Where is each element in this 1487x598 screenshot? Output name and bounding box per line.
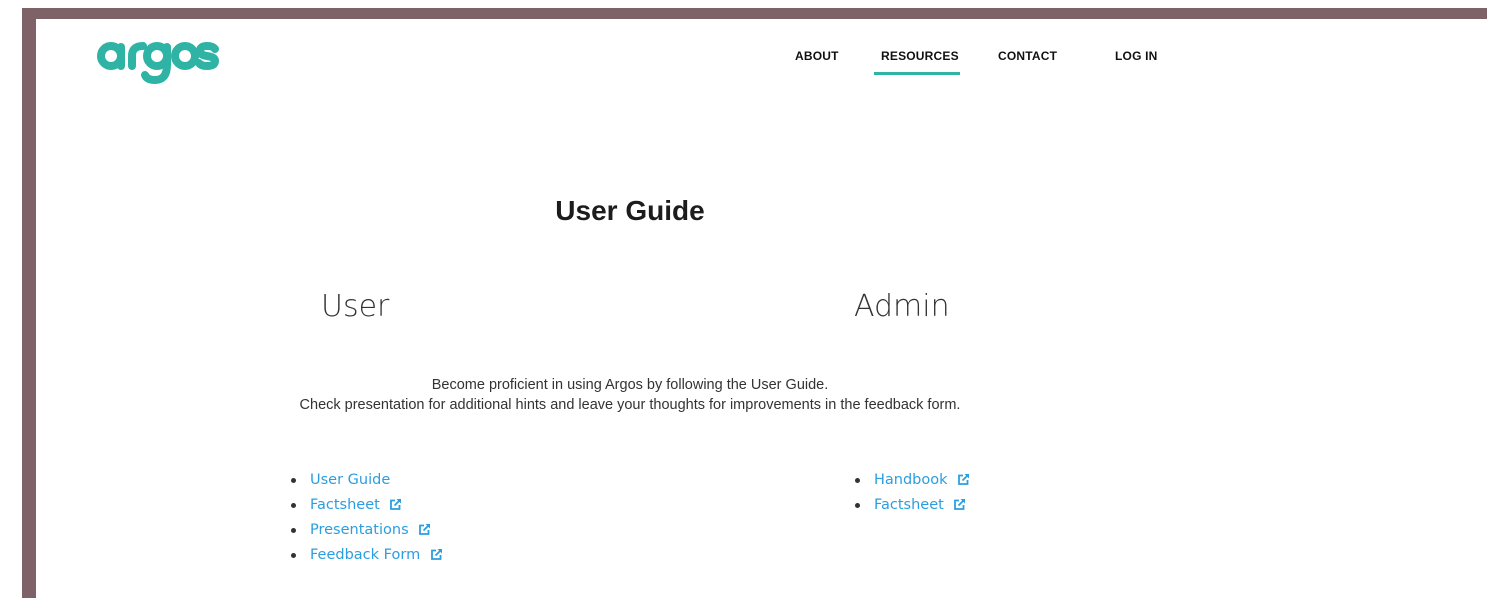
list-item: Handbook	[855, 468, 970, 493]
external-link-icon[interactable]	[953, 498, 966, 511]
external-link-icon[interactable]	[957, 473, 970, 486]
bullet	[855, 503, 860, 508]
intro-line-1: Become proficient in using Argos by foll…	[431, 377, 829, 393]
feedback-form-link[interactable]: Feedback Form	[310, 547, 420, 563]
intro-line-2: Check presentation for additional hints …	[299, 397, 961, 413]
admin-heading: Admin	[854, 289, 950, 324]
user-guide-link[interactable]: User Guide	[310, 472, 390, 488]
user-factsheet-link[interactable]: Factsheet	[310, 497, 380, 513]
list-item: Feedback Form	[291, 543, 443, 568]
bullet	[855, 478, 860, 483]
nav-login[interactable]: LOG IN	[1115, 49, 1158, 63]
list-item: Presentations	[291, 518, 443, 543]
nav-contact[interactable]: CONTACT	[998, 49, 1057, 63]
nav-active-indicator	[874, 72, 960, 75]
user-links: User Guide Factsheet Presentations Feedb…	[291, 468, 443, 568]
handbook-link[interactable]: Handbook	[874, 472, 948, 488]
intro-text: Become proficient in using Argos by foll…	[36, 375, 1224, 415]
bullet	[291, 553, 296, 558]
external-link-icon[interactable]	[430, 548, 443, 561]
bullet	[291, 503, 296, 508]
external-link-icon[interactable]	[418, 523, 431, 536]
user-heading: User	[321, 289, 390, 324]
bullet	[291, 478, 296, 483]
admin-links: Handbook Factsheet	[855, 468, 970, 518]
presentations-link[interactable]: Presentations	[310, 522, 409, 538]
external-link-icon[interactable]	[389, 498, 402, 511]
list-item: Factsheet	[855, 493, 970, 518]
list-item: Factsheet	[291, 493, 443, 518]
page: ABOUT RESOURCES CONTACT LOG IN User Guid…	[36, 19, 1487, 598]
nav-about[interactable]: ABOUT	[795, 49, 839, 63]
nav-resources[interactable]: RESOURCES	[881, 49, 959, 63]
bullet	[291, 528, 296, 533]
top-nav: ABOUT RESOURCES CONTACT LOG IN	[36, 49, 1487, 79]
list-item: User Guide	[291, 468, 443, 493]
page-title: User Guide	[555, 195, 705, 226]
admin-factsheet-link[interactable]: Factsheet	[874, 497, 944, 513]
